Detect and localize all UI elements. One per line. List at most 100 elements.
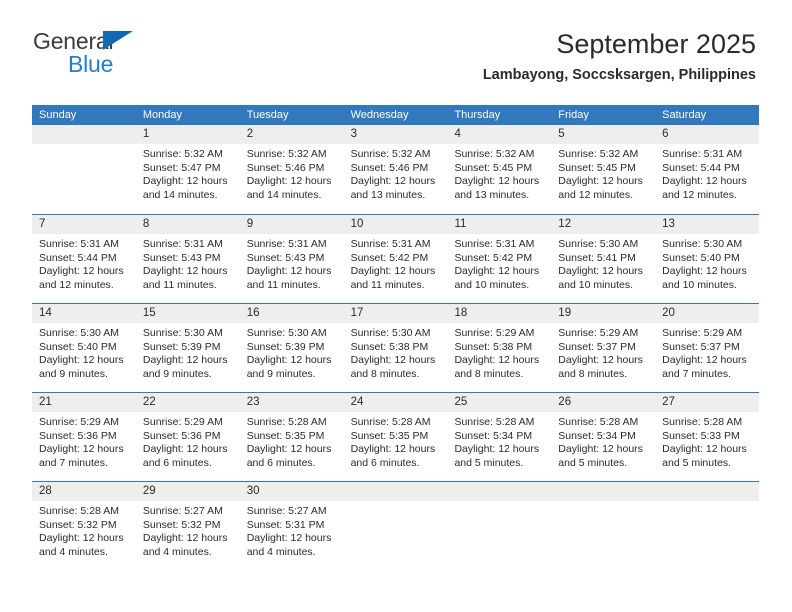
day-number: 3 xyxy=(343,125,448,144)
day-detail-line: Sunrise: 5:31 AM xyxy=(350,238,431,250)
day-cell-7[interactable]: 7 Sunrise: 5:31 AM Sunset: 5:44 PM Daylight… xyxy=(32,215,136,303)
day-detail-line: and 14 minutes. xyxy=(142,188,218,201)
day-detail-line: Sunset: 5:36 PM xyxy=(39,429,117,442)
day-detail-line: Daylight: 12 hours xyxy=(142,265,228,278)
day-detail-line: Daylight: 12 hours xyxy=(454,354,540,367)
day-cell-16[interactable]: 16 Sunrise: 5:30 AM Sunset: 5:39 PM Dayligh… xyxy=(239,304,344,392)
day-detail-line: and 4 minutes. xyxy=(39,545,108,558)
day-detail-line: Sunrise: 5:31 AM xyxy=(246,238,327,250)
day-number: 21 xyxy=(32,393,136,412)
page-title: September 2025 xyxy=(556,29,756,59)
brand-name-blue: Blue xyxy=(68,51,114,77)
day-detail-line: and 6 minutes. xyxy=(350,456,420,469)
day-number xyxy=(447,482,552,501)
day-detail-line: Sunset: 5:45 PM xyxy=(558,161,636,174)
day-detail-line: and 5 minutes. xyxy=(558,456,628,469)
day-detail-line: Daylight: 12 hours xyxy=(662,175,747,188)
day-number: 22 xyxy=(135,393,240,412)
day-detail-line: Sunrise: 5:27 AM xyxy=(142,505,223,517)
day-details: Sunrise: 5:30 AM Sunset: 5:38 PM Daylight:… xyxy=(344,323,448,381)
day-detail-line: Sunset: 5:32 PM xyxy=(142,518,221,531)
day-cell-17[interactable]: 17 Sunrise: 5:30 AM Sunset: 5:38 PM Dayligh… xyxy=(343,304,448,392)
day-detail-line: Sunrise: 5:29 AM xyxy=(454,327,535,339)
day-detail-line: Sunrise: 5:28 AM xyxy=(558,416,639,428)
day-cell-9[interactable]: 9 Sunrise: 5:31 AM Sunset: 5:43 PM Daylight… xyxy=(239,215,344,303)
day-detail-line: Sunset: 5:33 PM xyxy=(662,429,740,442)
day-details: Sunrise: 5:32 AM Sunset: 5:45 PM Daylight:… xyxy=(551,144,655,202)
day-detail-line: Sunrise: 5:28 AM xyxy=(454,416,535,428)
day-number: 9 xyxy=(239,215,344,234)
day-cell-27[interactable]: 27 Sunrise: 5:28 AM Sunset: 5:33 PM Dayligh… xyxy=(655,393,760,481)
day-detail-line: Sunrise: 5:30 AM xyxy=(350,327,431,339)
day-detail-line: Sunset: 5:44 PM xyxy=(39,251,117,264)
day-detail-line: Daylight: 12 hours xyxy=(350,443,436,456)
day-cell-8[interactable]: 8 Sunrise: 5:31 AM Sunset: 5:43 PM Daylight… xyxy=(135,215,240,303)
day-number: 6 xyxy=(655,125,760,144)
day-detail-line: Daylight: 12 hours xyxy=(350,354,436,367)
day-details xyxy=(655,501,759,505)
day-details: Sunrise: 5:29 AM Sunset: 5:38 PM Daylight:… xyxy=(447,323,551,381)
day-cell-28[interactable]: 28 Sunrise: 5:28 AM Sunset: 5:32 PM Dayligh… xyxy=(32,482,136,570)
day-detail-line: Daylight: 12 hours xyxy=(142,354,228,367)
day-cell-2[interactable]: 2 Sunrise: 5:32 AM Sunset: 5:46 PM Daylight… xyxy=(239,125,344,214)
day-details: Sunrise: 5:31 AM Sunset: 5:44 PM Daylight:… xyxy=(32,234,136,292)
day-number xyxy=(343,482,448,501)
day-detail-line: Daylight: 12 hours xyxy=(350,265,436,278)
day-cell-4[interactable]: 4 Sunrise: 5:32 AM Sunset: 5:45 PM Daylight… xyxy=(447,125,552,214)
day-cell-25[interactable]: 25 Sunrise: 5:28 AM Sunset: 5:34 PM Dayligh… xyxy=(447,393,552,481)
weekday-header-monday: Monday xyxy=(142,109,182,121)
day-cell-12[interactable]: 12 Sunrise: 5:30 AM Sunset: 5:41 PM Dayligh… xyxy=(551,215,656,303)
day-details: Sunrise: 5:28 AM Sunset: 5:33 PM Daylight:… xyxy=(655,412,759,470)
day-detail-line: and 9 minutes. xyxy=(246,367,316,380)
day-detail-line: Daylight: 12 hours xyxy=(558,354,643,367)
weekday-header-row: Sunday Monday Tuesday Wednesday Thursday Frid… xyxy=(32,105,759,125)
day-cell-23[interactable]: 23 Sunrise: 5:28 AM Sunset: 5:35 PM Dayligh… xyxy=(239,393,344,481)
day-detail-line: Sunrise: 5:28 AM xyxy=(662,416,743,428)
day-details: Sunrise: 5:30 AM Sunset: 5:40 PM Daylight:… xyxy=(32,323,136,381)
day-cell-18[interactable]: 18 Sunrise: 5:29 AM Sunset: 5:38 PM Dayligh… xyxy=(447,304,552,392)
day-detail-line: Sunrise: 5:32 AM xyxy=(350,148,431,160)
day-cell-26[interactable]: 26 Sunrise: 5:28 AM Sunset: 5:34 PM Dayligh… xyxy=(551,393,656,481)
day-cell-11[interactable]: 11 Sunrise: 5:31 AM Sunset: 5:42 PM Dayligh… xyxy=(447,215,552,303)
day-detail-line: Sunset: 5:34 PM xyxy=(558,429,636,442)
day-cell-24[interactable]: 24 Sunrise: 5:28 AM Sunset: 5:35 PM Dayligh… xyxy=(343,393,448,481)
day-detail-line: and 9 minutes. xyxy=(142,367,212,380)
day-cell-22[interactable]: 22 Sunrise: 5:29 AM Sunset: 5:36 PM Dayligh… xyxy=(135,393,240,481)
calendar-weeks: 1 Sunrise: 5:32 AM Sunset: 5:47 PM Daylight… xyxy=(32,125,760,570)
day-details: Sunrise: 5:28 AM Sunset: 5:35 PM Daylight:… xyxy=(240,412,344,470)
day-detail-line: Sunrise: 5:30 AM xyxy=(39,327,119,339)
day-cell-10[interactable]: 10 Sunrise: 5:31 AM Sunset: 5:42 PM Dayligh… xyxy=(343,215,448,303)
day-detail-line: Daylight: 12 hours xyxy=(246,265,332,278)
day-cell-6[interactable]: 6 Sunrise: 5:31 AM Sunset: 5:44 PM Daylight… xyxy=(655,125,760,214)
day-cell-20[interactable]: 20 Sunrise: 5:29 AM Sunset: 5:37 PM Dayligh… xyxy=(655,304,760,392)
day-detail-line: and 12 minutes. xyxy=(39,278,114,291)
day-detail-line: Sunset: 5:37 PM xyxy=(662,340,740,353)
day-cell-21[interactable]: 21 Sunrise: 5:29 AM Sunset: 5:36 PM Dayligh… xyxy=(32,393,136,481)
day-detail-line: Sunset: 5:46 PM xyxy=(246,161,325,174)
day-details: Sunrise: 5:29 AM Sunset: 5:37 PM Daylight:… xyxy=(551,323,655,381)
day-detail-line: and 5 minutes. xyxy=(454,456,524,469)
day-cell-30[interactable]: 30 Sunrise: 5:27 AM Sunset: 5:31 PM Dayligh… xyxy=(239,482,344,570)
weekday-header-thursday: Thursday xyxy=(454,109,501,121)
day-details xyxy=(344,501,448,505)
day-details: Sunrise: 5:31 AM Sunset: 5:43 PM Daylight:… xyxy=(136,234,240,292)
day-cell-1[interactable]: 1 Sunrise: 5:32 AM Sunset: 5:47 PM Daylight… xyxy=(135,125,240,214)
day-detail-line: Sunset: 5:43 PM xyxy=(142,251,221,264)
day-detail-line: Sunset: 5:40 PM xyxy=(662,251,740,264)
day-details: Sunrise: 5:31 AM Sunset: 5:43 PM Daylight:… xyxy=(240,234,344,292)
day-detail-line: Sunrise: 5:28 AM xyxy=(39,505,119,517)
day-detail-line: Sunset: 5:42 PM xyxy=(350,251,429,264)
day-cell-19[interactable]: 19 Sunrise: 5:29 AM Sunset: 5:37 PM Dayligh… xyxy=(551,304,656,392)
day-cell-5[interactable]: 5 Sunrise: 5:32 AM Sunset: 5:45 PM Daylight… xyxy=(551,125,656,214)
day-detail-line: Daylight: 12 hours xyxy=(662,443,747,456)
day-number: 5 xyxy=(551,125,656,144)
day-cell-3[interactable]: 3 Sunrise: 5:32 AM Sunset: 5:46 PM Daylight… xyxy=(343,125,448,214)
day-cell-empty xyxy=(343,482,448,570)
day-number: 1 xyxy=(135,125,240,144)
day-cell-29[interactable]: 29 Sunrise: 5:27 AM Sunset: 5:32 PM Dayligh… xyxy=(135,482,240,570)
brand-logo[interactable]: General Blue xyxy=(33,28,233,80)
day-detail-line: and 6 minutes. xyxy=(246,456,316,469)
day-cell-13[interactable]: 13 Sunrise: 5:30 AM Sunset: 5:40 PM Dayligh… xyxy=(655,215,760,303)
day-cell-15[interactable]: 15 Sunrise: 5:30 AM Sunset: 5:39 PM Dayligh… xyxy=(135,304,240,392)
day-cell-14[interactable]: 14 Sunrise: 5:30 AM Sunset: 5:40 PM Dayligh… xyxy=(32,304,136,392)
